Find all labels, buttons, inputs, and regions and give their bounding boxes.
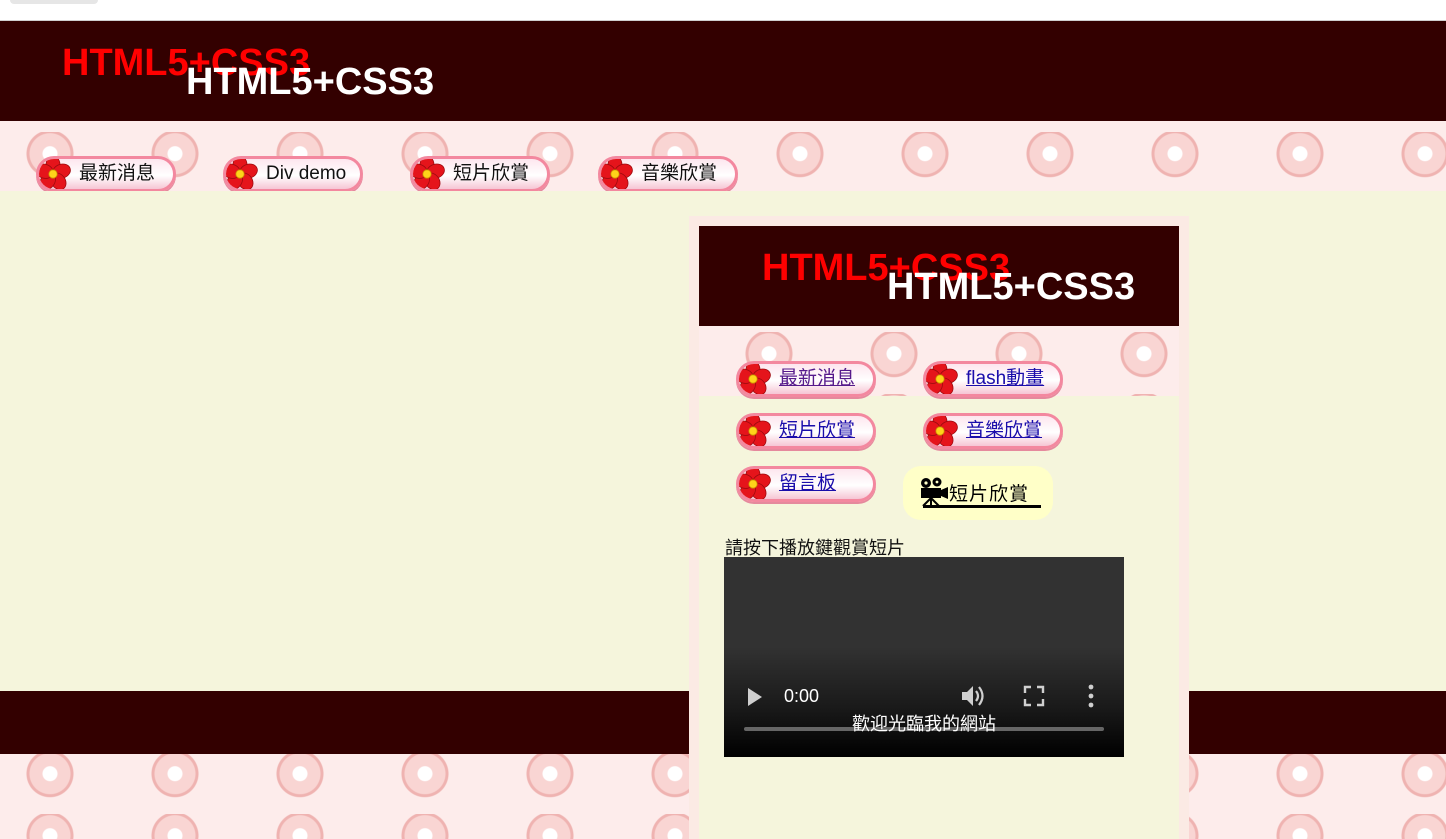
flower-icon (39, 159, 71, 189)
embedded-page-panel: HTML5+CSS3 HTML5+CSS3 最新消息 flash動畫 短片欣賞 … (689, 216, 1189, 839)
play-icon[interactable] (748, 688, 762, 706)
panel-nav-item-latest-news[interactable]: 最新消息 (736, 361, 876, 397)
panel-header-title: HTML5+CSS3 (887, 266, 1136, 308)
flower-icon (226, 159, 258, 189)
movie-camera-icon (921, 477, 948, 507)
nav-item-label: 音樂欣賞 (641, 163, 718, 184)
flower-icon (926, 416, 958, 446)
page-header: HTML5+CSS3 HTML5+CSS3 (0, 21, 1446, 121)
flower-icon (739, 364, 771, 394)
more-options-icon[interactable] (1088, 684, 1094, 708)
panel-nav-item-music[interactable]: 音樂欣賞 (923, 413, 1063, 449)
nav-item-music[interactable]: 音樂欣賞 (598, 156, 738, 192)
nav-item-div-demo[interactable]: Div demo (223, 156, 363, 192)
nav-item-latest-news[interactable]: 最新消息 (36, 156, 176, 192)
volume-icon[interactable] (960, 683, 988, 709)
video-caption: 歡迎光臨我的網站 (852, 714, 996, 734)
flower-icon (926, 364, 958, 394)
header-title: HTML5+CSS3 (186, 61, 435, 103)
flower-icon (739, 416, 771, 446)
flower-icon (739, 469, 771, 499)
section-badge-video: 短片欣賞 (903, 466, 1053, 520)
panel-nav-item-guestbook[interactable]: 留言板 (736, 466, 876, 502)
panel-nav-item-video[interactable]: 短片欣賞 (736, 413, 876, 449)
flower-icon (413, 159, 445, 189)
panel-nav-item-label: 留言板 (779, 473, 837, 494)
nav-item-label: 短片欣賞 (453, 163, 530, 184)
panel-nav-item-flash[interactable]: flash動畫 (923, 361, 1063, 397)
fullscreen-icon[interactable] (1023, 685, 1045, 707)
browser-top-strip (0, 0, 1446, 21)
panel-nav-item-label: 最新消息 (779, 368, 856, 389)
video-time: 0:00 (784, 686, 820, 706)
nav-item-label: 最新消息 (79, 163, 156, 184)
panel-nav-item-label: flash動畫 (966, 368, 1045, 389)
panel-nav-item-label: 短片欣賞 (779, 420, 856, 441)
section-badge-underline (923, 505, 1041, 508)
browser-tab-stub (10, 0, 98, 4)
nav-item-video[interactable]: 短片欣賞 (410, 156, 550, 192)
section-badge-label: 短片欣賞 (949, 484, 1030, 505)
panel-nav-item-label: 音樂欣賞 (966, 420, 1043, 441)
video-player[interactable]: 0:00 歡迎光臨我的網站 (724, 557, 1124, 757)
nav-item-label: Div demo (266, 163, 347, 184)
panel-header: HTML5+CSS3 HTML5+CSS3 (699, 226, 1179, 326)
flower-icon (601, 159, 633, 189)
